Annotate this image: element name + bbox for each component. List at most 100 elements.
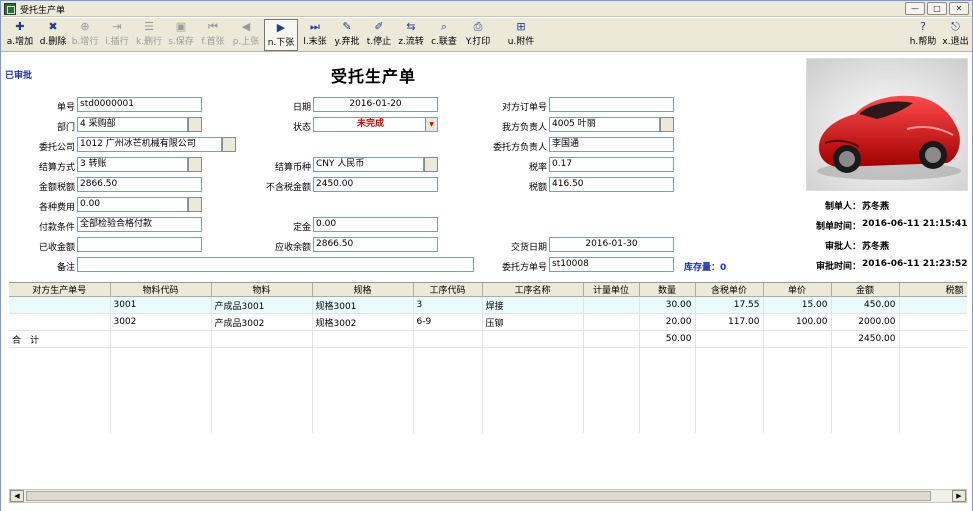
table-cell[interactable]: 合 计 [9, 330, 111, 348]
column-header[interactable]: 工序名称 [482, 283, 584, 297]
table-cell[interactable] [211, 415, 313, 433]
table-cell[interactable] [211, 398, 313, 416]
table-cell[interactable] [9, 347, 111, 365]
state-select[interactable]: 未完成 ▼ [313, 117, 438, 132]
table-cell[interactable] [211, 347, 313, 365]
consign-no-field[interactable]: st10008 [549, 257, 674, 272]
dept-field[interactable]: 4 采购部 [77, 117, 188, 132]
consign-owner-field[interactable]: 李国通 [549, 137, 674, 152]
table-cell[interactable] [413, 347, 483, 365]
table-cell[interactable] [763, 398, 832, 416]
help-button[interactable]: ? h.帮助 [907, 19, 939, 51]
table-cell[interactable] [482, 364, 584, 382]
column-header[interactable]: 物料代码 [110, 283, 212, 297]
delivery-date-field[interactable]: 2016-01-30 [549, 237, 674, 252]
order-no-field[interactable]: std0000001 [77, 97, 202, 112]
peer-order-field[interactable] [549, 97, 674, 112]
table-cell[interactable] [110, 398, 212, 416]
table-cell[interactable]: 2000.00 [831, 313, 900, 331]
next-button[interactable]: ▶ n.下张 [264, 19, 298, 51]
settle-method-field[interactable]: 3 转账 [77, 157, 188, 172]
table-cell[interactable] [763, 330, 832, 348]
table-cell[interactable] [695, 347, 764, 365]
table-cell[interactable]: 规格3001 [312, 296, 414, 314]
table-cell[interactable] [639, 415, 696, 433]
print-button[interactable]: ⎙ Y.打印 [461, 19, 495, 51]
received-field[interactable] [77, 237, 202, 252]
empty-row[interactable] [9, 415, 967, 433]
save-button[interactable]: ▣ s.保存 [165, 19, 197, 51]
scroll-left-icon[interactable]: ◀ [10, 490, 24, 502]
consign-company-field[interactable]: 1012 广州冰芒机械有限公司 [77, 137, 222, 152]
table-row[interactable]: 3001 产成品3001 规格3001 3 焊接 30.00 17.55 15.00 450.0… [9, 296, 967, 314]
column-header[interactable]: 单价 [763, 283, 832, 297]
remark-field[interactable] [77, 257, 474, 272]
link-query-button[interactable]: ⌕ c.联查 [427, 19, 461, 51]
minimize-button[interactable]: — [905, 2, 925, 15]
amount-tax-field[interactable]: 2866.50 [77, 177, 202, 192]
table-cell[interactable] [312, 381, 414, 399]
table-cell[interactable] [899, 347, 967, 365]
date-field[interactable]: 2016-01-20 [313, 97, 438, 112]
table-cell[interactable] [695, 364, 764, 382]
deposit-field[interactable]: 0.00 [313, 217, 438, 232]
table-cell[interactable] [312, 398, 414, 416]
table-cell[interactable] [639, 398, 696, 416]
table-cell[interactable]: 规格3002 [312, 313, 414, 331]
table-cell[interactable]: 30.00 [639, 296, 696, 314]
table-cell[interactable] [482, 347, 584, 365]
table-cell[interactable]: 3 [413, 296, 483, 314]
table-cell[interactable] [211, 381, 313, 399]
table-cell[interactable] [9, 398, 111, 416]
consign-company-lookup-button[interactable] [222, 137, 236, 152]
table-cell[interactable]: 20.00 [639, 313, 696, 331]
table-cell[interactable] [482, 381, 584, 399]
table-cell[interactable] [9, 381, 111, 399]
column-header[interactable]: 计量单位 [583, 283, 640, 297]
table-cell[interactable]: 压铆 [482, 313, 584, 331]
table-cell[interactable]: 焊接 [482, 296, 584, 314]
attach-button[interactable]: ⊞ u.附件 [504, 19, 538, 51]
table-row[interactable]: 3002 产成品3002 规格3002 6-9 压铆 20.00 117.00 100.00 2… [9, 313, 967, 331]
table-cell[interactable] [482, 330, 584, 348]
table-cell[interactable] [583, 381, 640, 399]
table-cell[interactable] [831, 398, 900, 416]
total-row[interactable]: 合 计 50.00 2450.00416.50 [9, 330, 967, 348]
add-row-button[interactable]: ⊕ b.增行 [69, 19, 101, 51]
table-cell[interactable]: 15.00 [763, 296, 832, 314]
table-cell[interactable] [583, 313, 640, 331]
table-cell[interactable]: 340.00 [899, 313, 967, 331]
column-header[interactable]: 工序代码 [413, 283, 483, 297]
scroll-right-icon[interactable]: ▶ [952, 490, 966, 502]
first-button[interactable]: ⏮ f.首张 [197, 19, 229, 51]
table-cell[interactable] [763, 415, 832, 433]
table-cell[interactable] [110, 364, 212, 382]
table-cell[interactable]: 产成品3001 [211, 296, 313, 314]
settle-method-lookup-button[interactable] [188, 157, 202, 172]
table-cell[interactable] [312, 330, 414, 348]
exit-button[interactable]: ⎋ x.退出 [940, 19, 971, 51]
dept-lookup-button[interactable] [188, 117, 202, 132]
table-cell[interactable] [9, 296, 111, 314]
table-cell[interactable] [831, 347, 900, 365]
column-header[interactable]: 含税单价 [695, 283, 764, 297]
table-cell[interactable] [482, 398, 584, 416]
close-button[interactable]: ✕ [949, 2, 969, 15]
table-cell[interactable] [413, 330, 483, 348]
table-cell[interactable] [695, 415, 764, 433]
table-cell[interactable] [413, 415, 483, 433]
table-cell[interactable] [695, 330, 764, 348]
pay-terms-field[interactable]: 全部检验合格付款 [77, 217, 202, 232]
our-owner-lookup-button[interactable] [660, 117, 674, 132]
table-cell[interactable]: 3001 [110, 296, 212, 314]
our-owner-field[interactable]: 4005 叶丽 [549, 117, 660, 132]
table-cell[interactable] [110, 347, 212, 365]
tax-rate-field[interactable]: 0.17 [549, 157, 674, 172]
table-cell[interactable] [583, 364, 640, 382]
empty-row[interactable] [9, 347, 967, 365]
table-cell[interactable] [899, 364, 967, 382]
fees-field[interactable]: 0.00 [77, 197, 188, 212]
column-header[interactable]: 物料 [211, 283, 313, 297]
table-cell[interactable] [583, 296, 640, 314]
table-cell[interactable] [831, 364, 900, 382]
